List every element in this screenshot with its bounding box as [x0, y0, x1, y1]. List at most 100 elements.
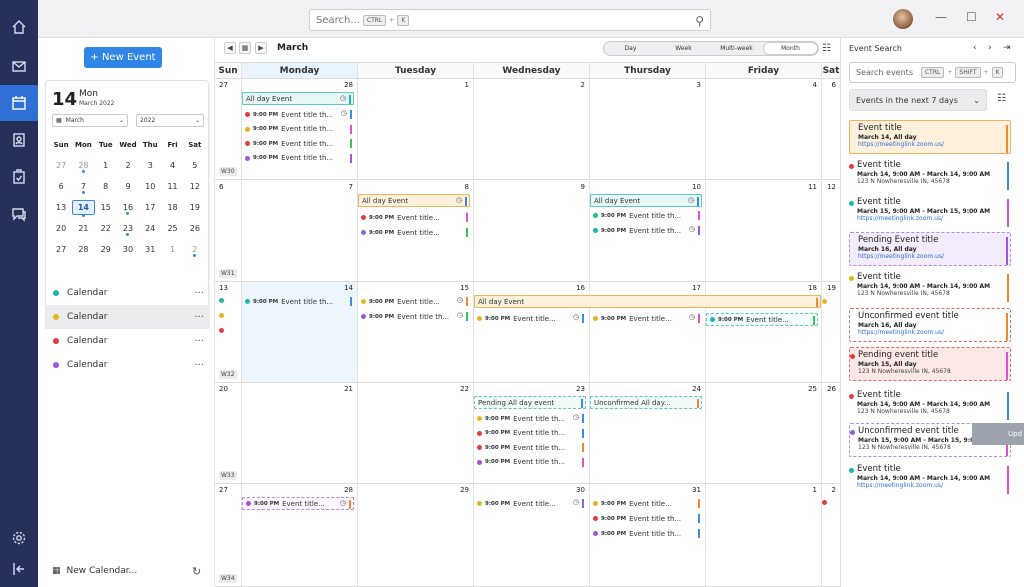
mini-day[interactable]: 15: [95, 203, 117, 212]
maximize-button[interactable]: ☐: [966, 10, 977, 24]
mini-day[interactable]: 10: [139, 182, 161, 191]
day-cell[interactable]: 1: [357, 79, 473, 179]
collapse-sidebar-icon[interactable]: [0, 551, 38, 587]
contacts-icon[interactable]: [0, 122, 38, 158]
view-day-button[interactable]: Day: [604, 42, 657, 55]
mini-day[interactable]: 21: [72, 224, 94, 233]
mini-day[interactable]: 16: [117, 203, 139, 215]
all-day-event[interactable]: All day Event ◷: [358, 194, 470, 207]
day-cell[interactable]: 9: [473, 181, 589, 281]
timed-event[interactable]: 9:00 PM Event title th...: [242, 152, 354, 165]
timed-event[interactable]: 9:00 PM Event title... ◷: [590, 312, 702, 325]
event-search-input[interactable]: Search events CTRL + SHIFT + K: [849, 62, 1016, 83]
day-cell[interactable]: 25: [705, 383, 821, 483]
timed-event[interactable]: 9:00 PM Event title... ◷: [474, 497, 586, 510]
mini-day[interactable]: 11: [161, 182, 183, 191]
search-icon[interactable]: ⚲: [695, 14, 704, 28]
mini-day[interactable]: 24: [139, 224, 161, 233]
search-result-item[interactable]: Event title March 14, All day https://meet…: [849, 120, 1011, 154]
mini-day[interactable]: 28: [72, 245, 94, 254]
mini-day[interactable]: 12: [184, 182, 206, 191]
mini-day[interactable]: 2: [184, 245, 206, 257]
day-cell[interactable]: 26: [821, 383, 840, 483]
search-result-item[interactable]: Event title March 14, 9:00 AM - March 14,…: [849, 270, 1011, 304]
chat-icon[interactable]: [0, 196, 38, 232]
result-link[interactable]: https://meetinglink.zoom.us/: [857, 215, 1007, 222]
day-cell[interactable]: 1: [705, 484, 821, 586]
view-multiweek-button[interactable]: Multi-week: [710, 42, 763, 55]
global-search-input[interactable]: Search... CTRL + K ⚲: [309, 9, 711, 31]
timed-event[interactable]: 9:00 PM Event title th... ◷: [242, 108, 354, 121]
mini-day[interactable]: 19: [184, 203, 206, 212]
result-link[interactable]: https://meetinglink.zoom.us/: [858, 329, 1006, 336]
timed-event[interactable]: 9:00 PM Event title... ◷: [474, 312, 586, 325]
day-cell[interactable]: 11: [705, 181, 821, 281]
mini-day[interactable]: 27: [50, 161, 72, 170]
timed-event[interactable]: 9:00 PM Event title...: [590, 497, 702, 510]
home-icon[interactable]: [0, 9, 38, 45]
search-result-item[interactable]: Pending Event title March 16, All day http…: [849, 232, 1011, 266]
close-panel-icon[interactable]: ⇥: [1003, 43, 1011, 53]
mini-day[interactable]: 13: [50, 203, 72, 212]
update-toast[interactable]: Upd: [972, 423, 1024, 445]
timed-event[interactable]: 9:00 PM Event title th... ◷: [474, 412, 586, 425]
calendar-list-item[interactable]: Calendar ···: [45, 353, 210, 377]
timed-event[interactable]: 9:00 PM Event title th... ◷: [358, 310, 470, 323]
timed-event[interactable]: 9:00 PM Event title th...: [474, 456, 586, 469]
all-day-event[interactable]: All day Event ◷: [242, 92, 354, 105]
timed-event[interactable]: 9:00 PM Event title... ◷: [242, 497, 354, 510]
day-cell[interactable]: 27 W34: [215, 484, 241, 586]
mini-day[interactable]: 29: [95, 245, 117, 254]
filter-settings-icon[interactable]: ☷: [997, 93, 1006, 104]
month-select[interactable]: ▦ March ⌄: [52, 114, 128, 127]
day-cell[interactable]: 21: [241, 383, 357, 483]
all-day-event[interactable]: All day Event: [474, 295, 821, 308]
next-month-button[interactable]: ▶: [255, 42, 267, 54]
mini-day[interactable]: 27: [50, 245, 72, 254]
close-button[interactable]: ✕: [995, 10, 1005, 24]
mini-day[interactable]: 2: [117, 161, 139, 170]
view-week-button[interactable]: Week: [657, 42, 710, 55]
mini-day[interactable]: 14: [72, 200, 95, 217]
minimize-button[interactable]: —: [935, 10, 947, 24]
tasks-icon[interactable]: [0, 159, 38, 195]
mini-day[interactable]: 9: [117, 182, 139, 191]
mini-day[interactable]: 25: [161, 224, 183, 233]
timed-event[interactable]: 9:00 PM Event title th...: [590, 512, 702, 525]
day-cell[interactable]: 29: [357, 484, 473, 586]
timed-event[interactable]: 9:00 PM Event title th...: [242, 123, 354, 136]
day-cell[interactable]: 3: [589, 79, 705, 179]
mini-day[interactable]: 1: [95, 161, 117, 170]
all-day-event[interactable]: Unconfirmed All day...: [590, 396, 702, 409]
new-calendar-button[interactable]: ▦ New Calendar...: [52, 566, 137, 576]
mini-day[interactable]: 22: [95, 224, 117, 233]
result-link[interactable]: https://meetinglink.zoom.us/: [858, 141, 1006, 148]
mail-icon[interactable]: [0, 48, 38, 84]
timed-event[interactable]: 9:00 PM Event title...: [706, 313, 818, 326]
result-link[interactable]: https://meetinglink.zoom.us/: [857, 482, 1007, 489]
mini-day[interactable]: 20: [50, 224, 72, 233]
prev-month-button[interactable]: ◀: [224, 42, 236, 54]
mini-day[interactable]: 4: [161, 161, 183, 170]
today-calendar-button[interactable]: ▦: [239, 42, 251, 54]
search-result-item[interactable]: Event title March 14, 9:00 AM - March 14,…: [849, 462, 1011, 496]
mini-day[interactable]: 31: [139, 245, 161, 254]
search-result-item[interactable]: Unconfirmed event title March 16, All day…: [849, 308, 1011, 342]
mini-day[interactable]: 17: [139, 203, 161, 212]
timed-event[interactable]: 9:00 PM Event title th...: [474, 441, 586, 454]
timed-event[interactable]: 9:00 PM Event title...: [358, 226, 470, 239]
search-result-item[interactable]: Event title March 14, 9:00 AM - March 14,…: [849, 388, 1011, 422]
result-link[interactable]: https://meetinglink.zoom.us/: [858, 253, 1006, 260]
day-cell[interactable]: 12: [821, 181, 840, 281]
timed-event[interactable]: 9:00 PM Event title... ◷: [358, 295, 470, 308]
user-avatar[interactable]: [893, 9, 913, 29]
day-cell[interactable]: 7: [241, 181, 357, 281]
new-event-button[interactable]: + New Event: [84, 47, 162, 68]
day-cell[interactable]: 6 W31: [215, 181, 241, 281]
mini-day[interactable]: 18: [161, 203, 183, 212]
mini-day[interactable]: 5: [184, 161, 206, 170]
mini-day[interactable]: 30: [117, 245, 139, 254]
search-result-item[interactable]: Event title March 15, 9:00 AM - March 15,…: [849, 195, 1011, 229]
refresh-icon[interactable]: ↻: [192, 565, 201, 578]
mini-day[interactable]: 6: [50, 182, 72, 191]
